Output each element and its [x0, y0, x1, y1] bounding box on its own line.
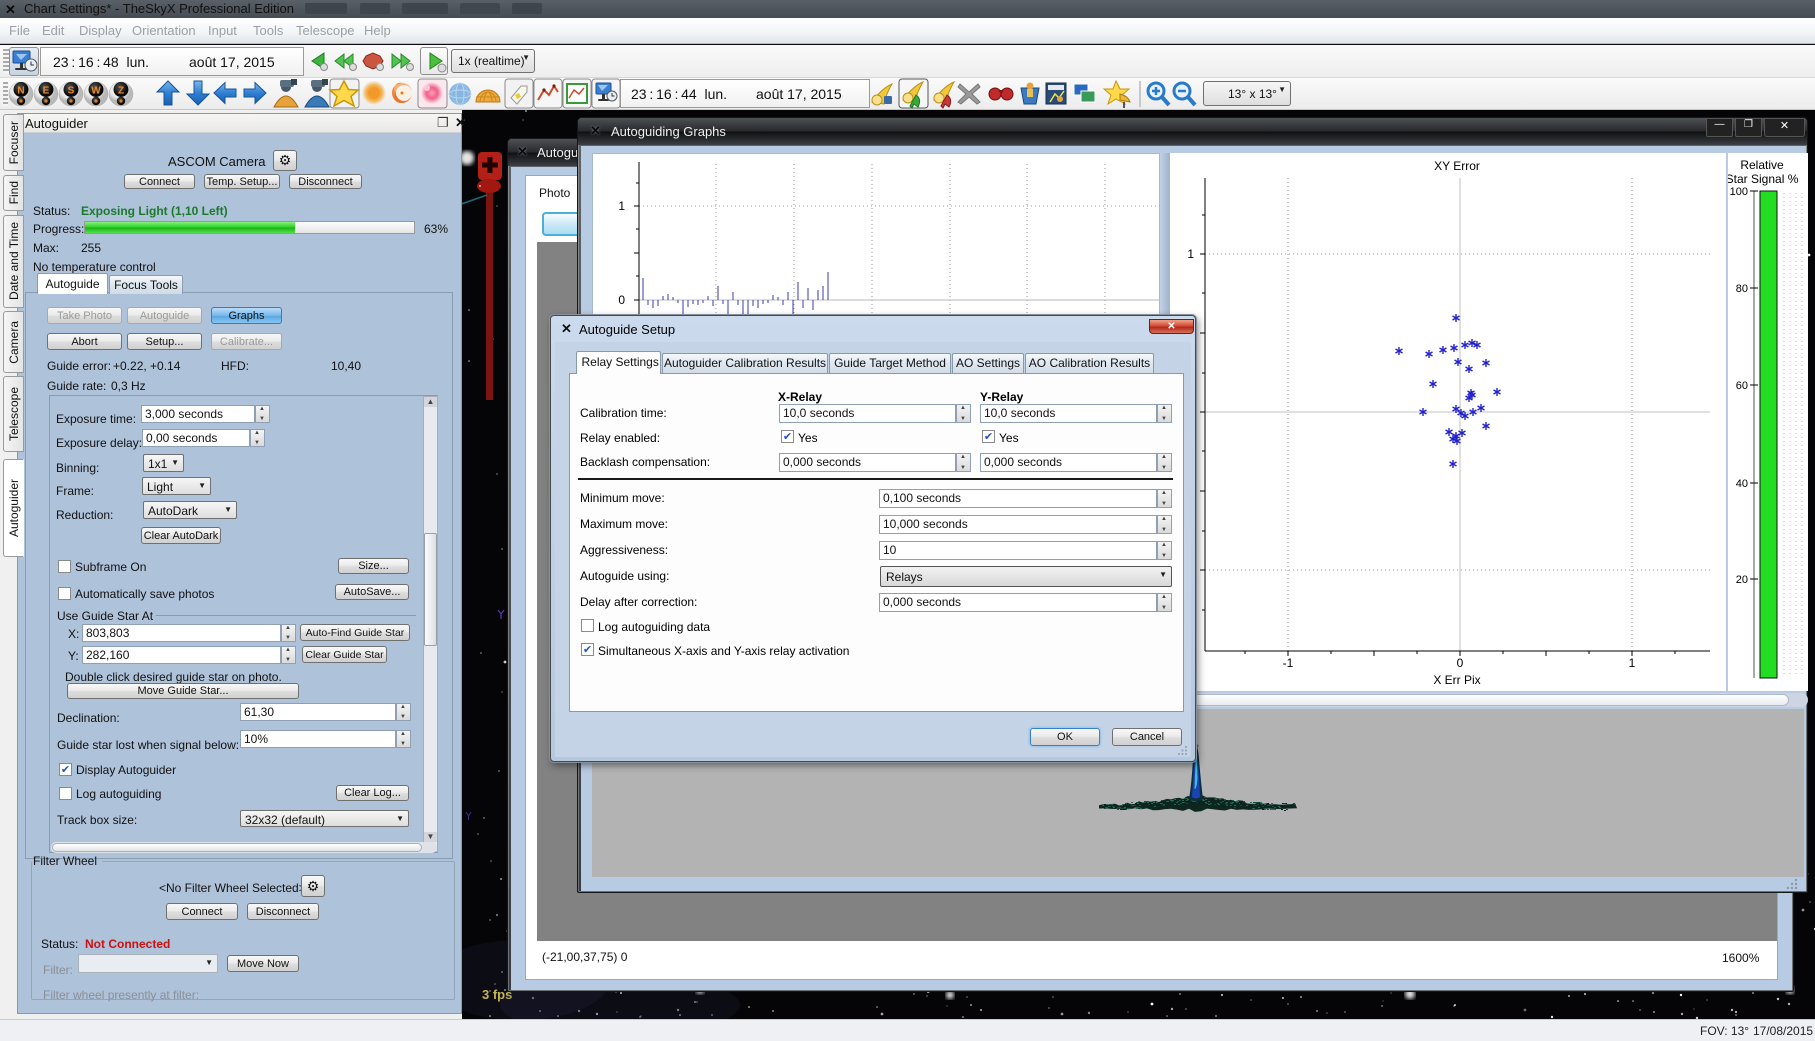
svg-text:100: 100 [1730, 186, 1748, 198]
svg-text:-1: -1 [1283, 656, 1294, 670]
svg-text:20: 20 [1736, 574, 1748, 586]
svg-text:W: W [91, 86, 101, 97]
svg-text:XY Error: XY Error [1434, 159, 1480, 173]
svg-text:60: 60 [1736, 380, 1748, 392]
svg-text:S: S [68, 86, 75, 97]
svg-text:80: 80 [1736, 283, 1748, 295]
svg-text:Relative: Relative [1740, 158, 1784, 172]
svg-text:0: 0 [618, 293, 625, 307]
svg-text:N: N [17, 86, 24, 97]
svg-text:40: 40 [1736, 478, 1748, 490]
svg-text:1: 1 [1629, 656, 1636, 670]
svg-text:Star Signal %: Star Signal % [1728, 172, 1799, 186]
svg-text:Z: Z [118, 86, 124, 97]
svg-text:1: 1 [618, 199, 625, 213]
svg-text:1: 1 [1187, 247, 1194, 261]
svg-text:X Err Pix: X Err Pix [1433, 673, 1480, 687]
svg-text:0: 0 [1457, 656, 1464, 670]
svg-text:E: E [43, 86, 50, 97]
